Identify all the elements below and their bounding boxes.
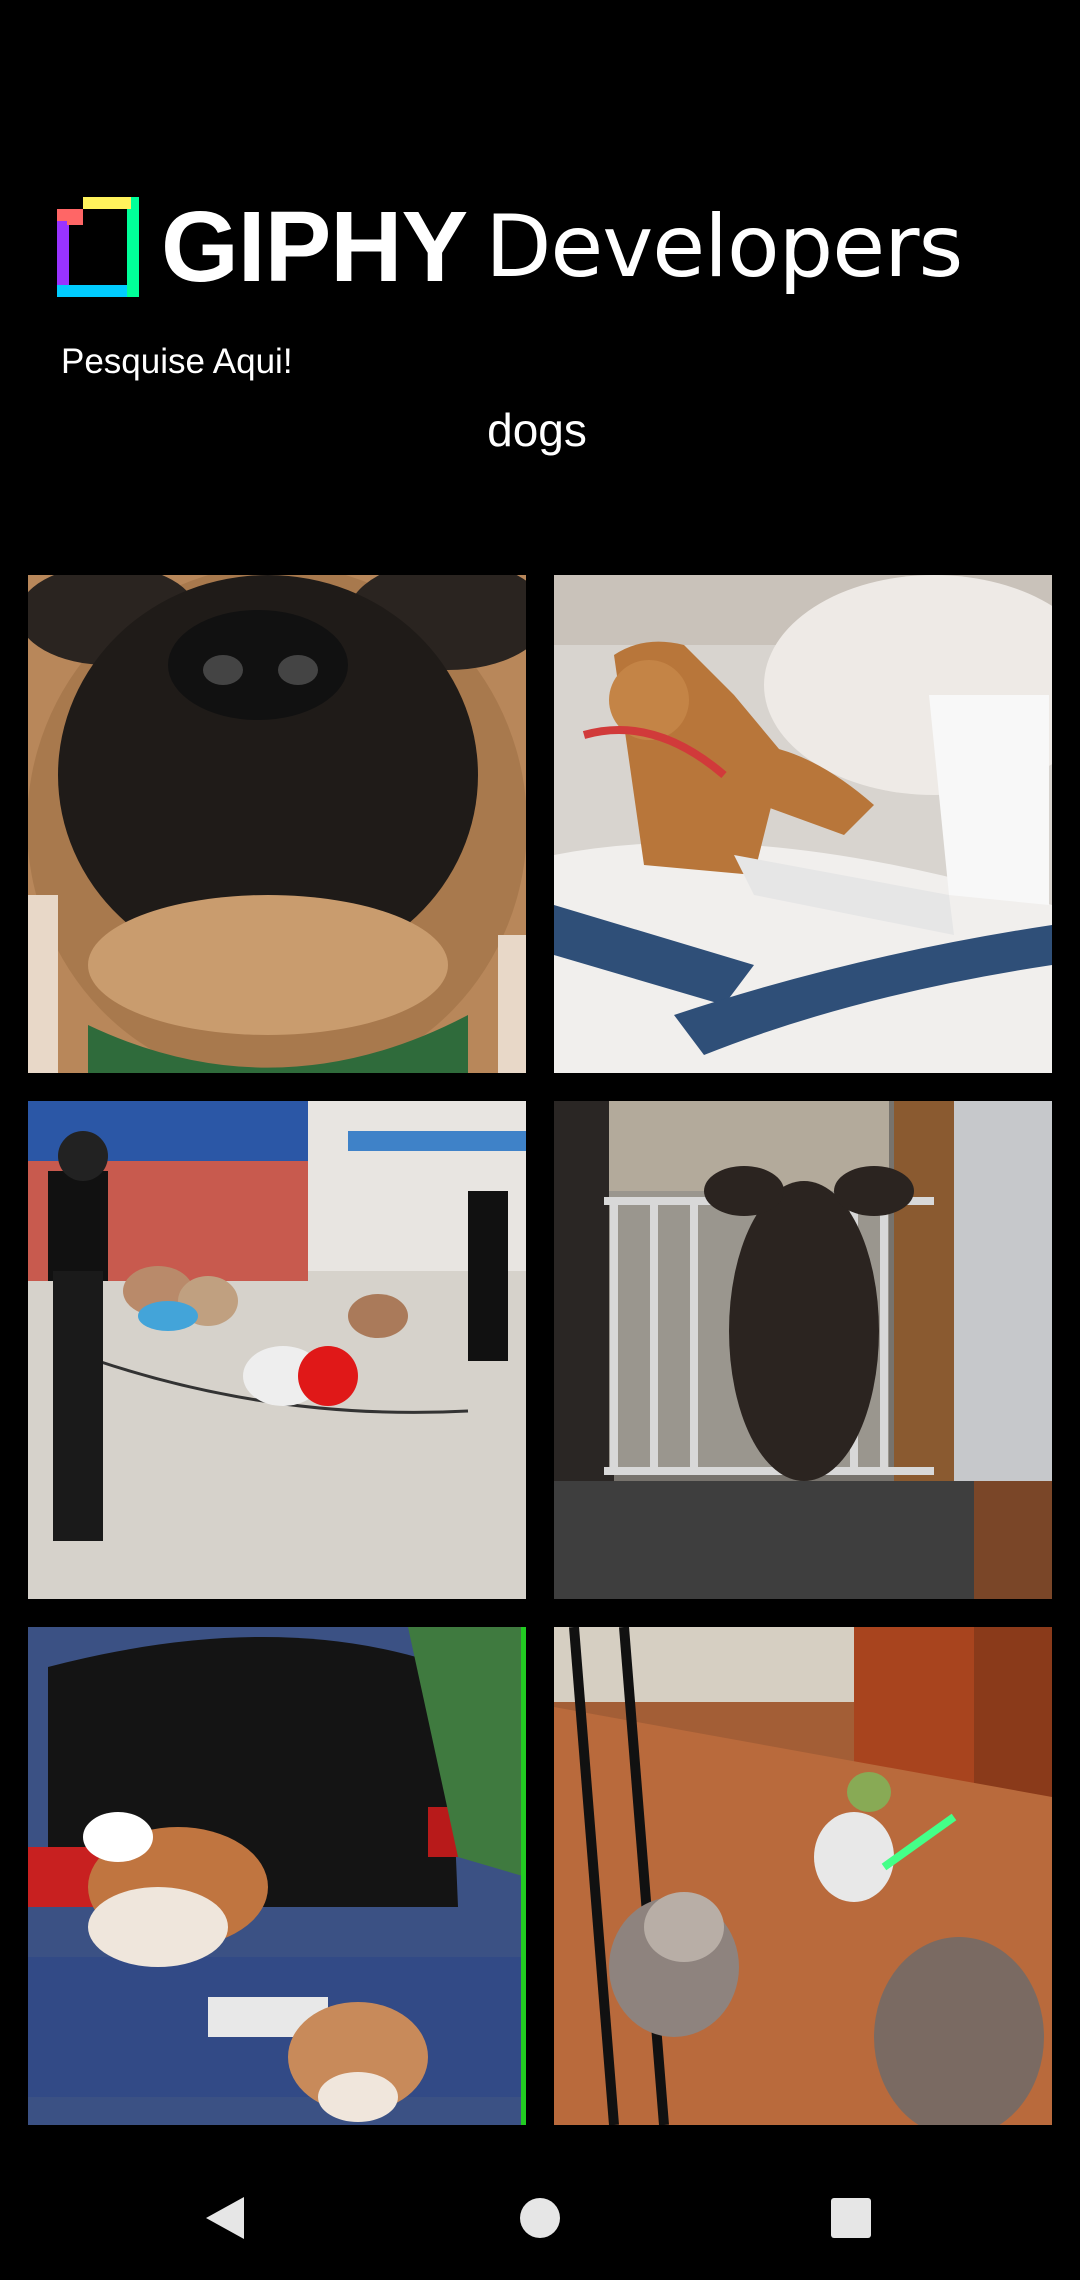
- gif-tile-5[interactable]: [28, 1627, 526, 2125]
- back-triangle-icon[interactable]: [200, 2193, 250, 2243]
- gif-tile-3[interactable]: [28, 1101, 526, 1599]
- gif-grid: [28, 575, 1054, 2125]
- home-circle-icon[interactable]: [515, 2193, 565, 2243]
- gif-tile-2[interactable]: [554, 575, 1052, 1073]
- giphy-logo: GIPHY Developers: [57, 191, 963, 303]
- gif-tile-6[interactable]: [554, 1627, 1052, 2125]
- logo-secondary-text: Developers: [485, 197, 963, 297]
- giphy-logo-mark-icon: [57, 197, 139, 297]
- gif-image-pug: [28, 575, 526, 1073]
- gif-image-beagles: [28, 1627, 526, 2125]
- recents-square-icon[interactable]: [826, 2193, 876, 2243]
- search-label: Pesquise Aqui!: [61, 342, 293, 381]
- system-navbar: [0, 2155, 1080, 2280]
- gif-image-poodles: [28, 1101, 526, 1599]
- gif-image-gate-dog: [554, 1101, 1052, 1599]
- gif-tile-1[interactable]: [28, 575, 526, 1073]
- search-input[interactable]: [0, 402, 1074, 458]
- gif-tile-4[interactable]: [554, 1101, 1052, 1599]
- logo-primary-text: GIPHY: [161, 191, 468, 303]
- gif-image-shiba: [554, 575, 1052, 1073]
- gif-image-hallway-dogs: [554, 1627, 1052, 2125]
